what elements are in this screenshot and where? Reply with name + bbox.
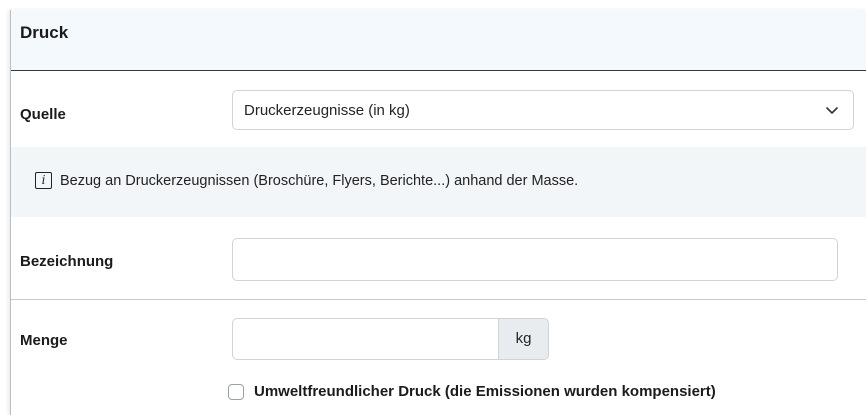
print-form-panel: Druck Quelle Druckerzeugnisse (in kg) i …: [10, 10, 866, 415]
info-icon: i: [35, 172, 52, 189]
quantity-input[interactable]: [232, 318, 499, 360]
eco-print-label[interactable]: Umweltfreundlicher Druck (die Emissionen…: [254, 383, 716, 400]
quantity-unit-addon: kg: [498, 318, 549, 360]
eco-print-checkbox[interactable]: [228, 384, 244, 400]
source-select[interactable]: Druckerzeugnisse (in kg): [232, 90, 854, 130]
section-header: Druck: [11, 10, 866, 71]
info-text: Bezug an Druckerzeugnissen (Broschüre, F…: [60, 173, 579, 189]
section-title: Druck: [20, 23, 69, 42]
designation-input[interactable]: [232, 238, 838, 281]
source-label: Quelle: [20, 106, 66, 123]
designation-label: Bezeichnung: [20, 253, 114, 270]
source-select-value: Druckerzeugnisse (in kg): [244, 102, 410, 119]
divider: [11, 299, 866, 300]
info-box: i Bezug an Druckerzeugnissen (Broschüre,…: [11, 147, 866, 217]
chevron-down-icon: [826, 107, 838, 114]
quantity-label: Menge: [20, 332, 68, 349]
